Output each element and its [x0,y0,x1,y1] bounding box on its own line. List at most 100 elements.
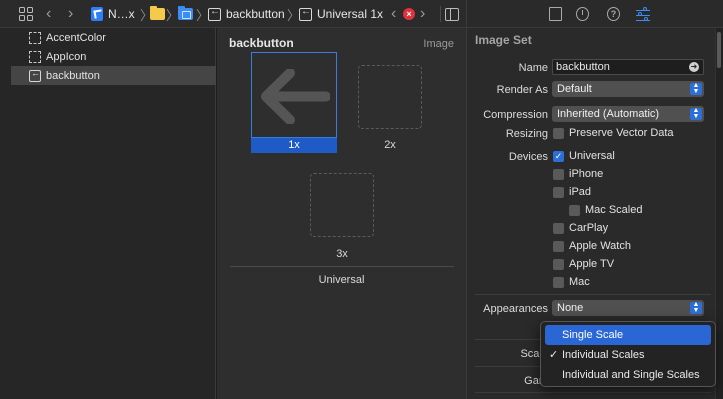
inspector-tab-bar: ? [467,0,723,28]
inspector-scroll-thumb[interactable] [717,32,721,68]
app-icon-set-icon [29,50,41,63]
device-checkbox-universal[interactable]: ✓ [553,151,564,162]
appearances-label: Appearances [483,303,548,315]
slot-label-3x: 3x [336,248,348,260]
breadcrumb-slot[interactable]: Universal 1x [299,0,383,28]
history-inspector-icon[interactable] [576,7,589,21]
editor-options-button[interactable] [445,0,459,28]
chevron-right-icon: › [68,5,74,22]
device-label-ipad: iPad [569,186,592,198]
menu-item-individual-scales[interactable]: ✓ Individual Scales [545,345,711,365]
back-arrow-image [261,69,330,124]
device-checkbox-mac-scaled[interactable] [569,205,580,216]
compression-value: Inherited (Automatic) [557,108,660,120]
outline-item-appicon[interactable]: AppIcon [11,47,216,66]
outline-item-label: AccentColor [46,31,106,44]
image-well[interactable] [251,52,337,138]
menu-item-individual-and-single-scales[interactable]: Individual and Single Scales [545,365,711,385]
issue-badge[interactable]: × [403,0,415,28]
breadcrumb-label: backbutton [226,7,285,21]
outline-item-label: backbutton [46,69,100,82]
forward-button[interactable]: › [68,0,73,28]
device-label-iphone: iPhone [569,168,604,180]
device-checkbox-apple-tv[interactable] [553,259,564,270]
menu-item-single-scale[interactable]: Single Scale [545,325,711,345]
back-button[interactable]: ‹ [46,0,51,28]
render-as-value: Default [557,83,592,95]
breadcrumb-project[interactable]: N…x [91,0,135,28]
image-set-title: backbutton [229,36,294,50]
image-set-icon [208,6,221,21]
breadcrumb-label: N…x [108,7,135,21]
attributes-inspector-icon[interactable] [636,7,650,22]
checkmark-icon: ✓ [549,349,559,361]
group-divider [230,266,454,267]
menu-item-label: Individual and Single Scales [562,369,700,381]
menu-item-label: Single Scale [562,329,624,341]
device-label-mac-scaled: Mac Scaled [585,204,643,216]
device-checkbox-carplay[interactable] [553,223,564,234]
updown-chevron-icon: ▲ ▼ [690,82,702,95]
section-divider [475,294,711,295]
project-icon [91,7,103,21]
image-well-empty[interactable] [358,65,422,129]
related-items-button[interactable] [19,0,33,28]
render-as-popup[interactable]: Default ▲ ▼ [552,81,704,97]
appearances-value: None [557,302,584,314]
name-label: Name [518,62,548,74]
outline-item-label: AppIcon [46,50,87,63]
scales-label: Scale [520,348,548,360]
grid-icon [19,7,33,21]
name-field[interactable]: backbutton ➜ [552,59,704,75]
inspector-scroll-track[interactable] [715,28,723,399]
device-label-apple-watch: Apple Watch [569,240,631,252]
compression-popup[interactable]: Inherited (Automatic) ▲ ▼ [552,106,704,122]
device-label-universal: Universal [569,150,615,162]
preserve-vector-label: Preserve Vector Data [569,127,674,139]
color-set-icon [29,31,41,44]
devices-label: Devices [508,151,548,163]
appearances-popup[interactable]: None ▲ ▼ [552,300,704,316]
device-checkbox-apple-watch[interactable] [553,241,564,252]
file-inspector-icon[interactable] [549,7,562,21]
slot-label-2x: 2x [384,139,396,151]
folder-icon [150,6,165,20]
breadcrumb-assets[interactable] [178,0,193,28]
updown-chevron-icon: ▲ ▼ [690,107,702,120]
error-icon: × [403,8,415,20]
updown-chevron-icon: ▲ ▼ [690,301,702,314]
outline-item-accentcolor[interactable]: AccentColor [11,28,216,47]
image-set-icon [29,68,41,82]
toolbar-divider [440,6,441,22]
help-inspector-icon[interactable]: ? [607,7,620,21]
sidebar-toggle-icon [445,7,459,21]
name-value: backbutton [556,61,610,73]
image-set-type: Image [423,38,454,50]
breadcrumb-folder[interactable] [150,0,165,28]
image-set-icon [299,6,312,21]
section-title: Image Set [475,33,532,47]
render-as-label: Render As [496,84,548,96]
issue-forward-button[interactable]: › [420,0,425,28]
chevron-left-icon: ‹ [391,5,397,22]
asset-canvas: backbutton Image 1x 2x 3x Universal [217,28,466,399]
section-divider [475,392,711,393]
chevron-right-icon: › [420,5,426,22]
navigator-toolbar: ‹ › N…x 〉 〉 〉 backbutton 〉 Universal 1x … [0,0,466,28]
asset-catalog-folder-icon [178,6,193,20]
resizing-label: Resizing [505,128,548,140]
breadcrumb-image-set[interactable]: backbutton [208,0,285,28]
issue-back-button[interactable]: ‹ [391,0,396,28]
gamut-label: Gam [524,375,548,387]
device-label-carplay: CarPlay [569,222,609,234]
device-checkbox-ipad[interactable] [553,187,564,198]
device-checkbox-mac[interactable] [553,277,564,288]
go-arrow-icon[interactable]: ➜ [689,62,699,72]
scales-menu: Single Scale ✓ Individual Scales Individ… [540,321,716,387]
device-label-mac: Mac [569,276,590,288]
compression-label: Compression [483,109,548,121]
image-well-empty[interactable] [310,173,374,237]
outline-item-backbutton[interactable]: backbutton [11,66,216,85]
device-checkbox-iphone[interactable] [553,169,564,180]
preserve-vector-checkbox[interactable] [553,128,564,139]
